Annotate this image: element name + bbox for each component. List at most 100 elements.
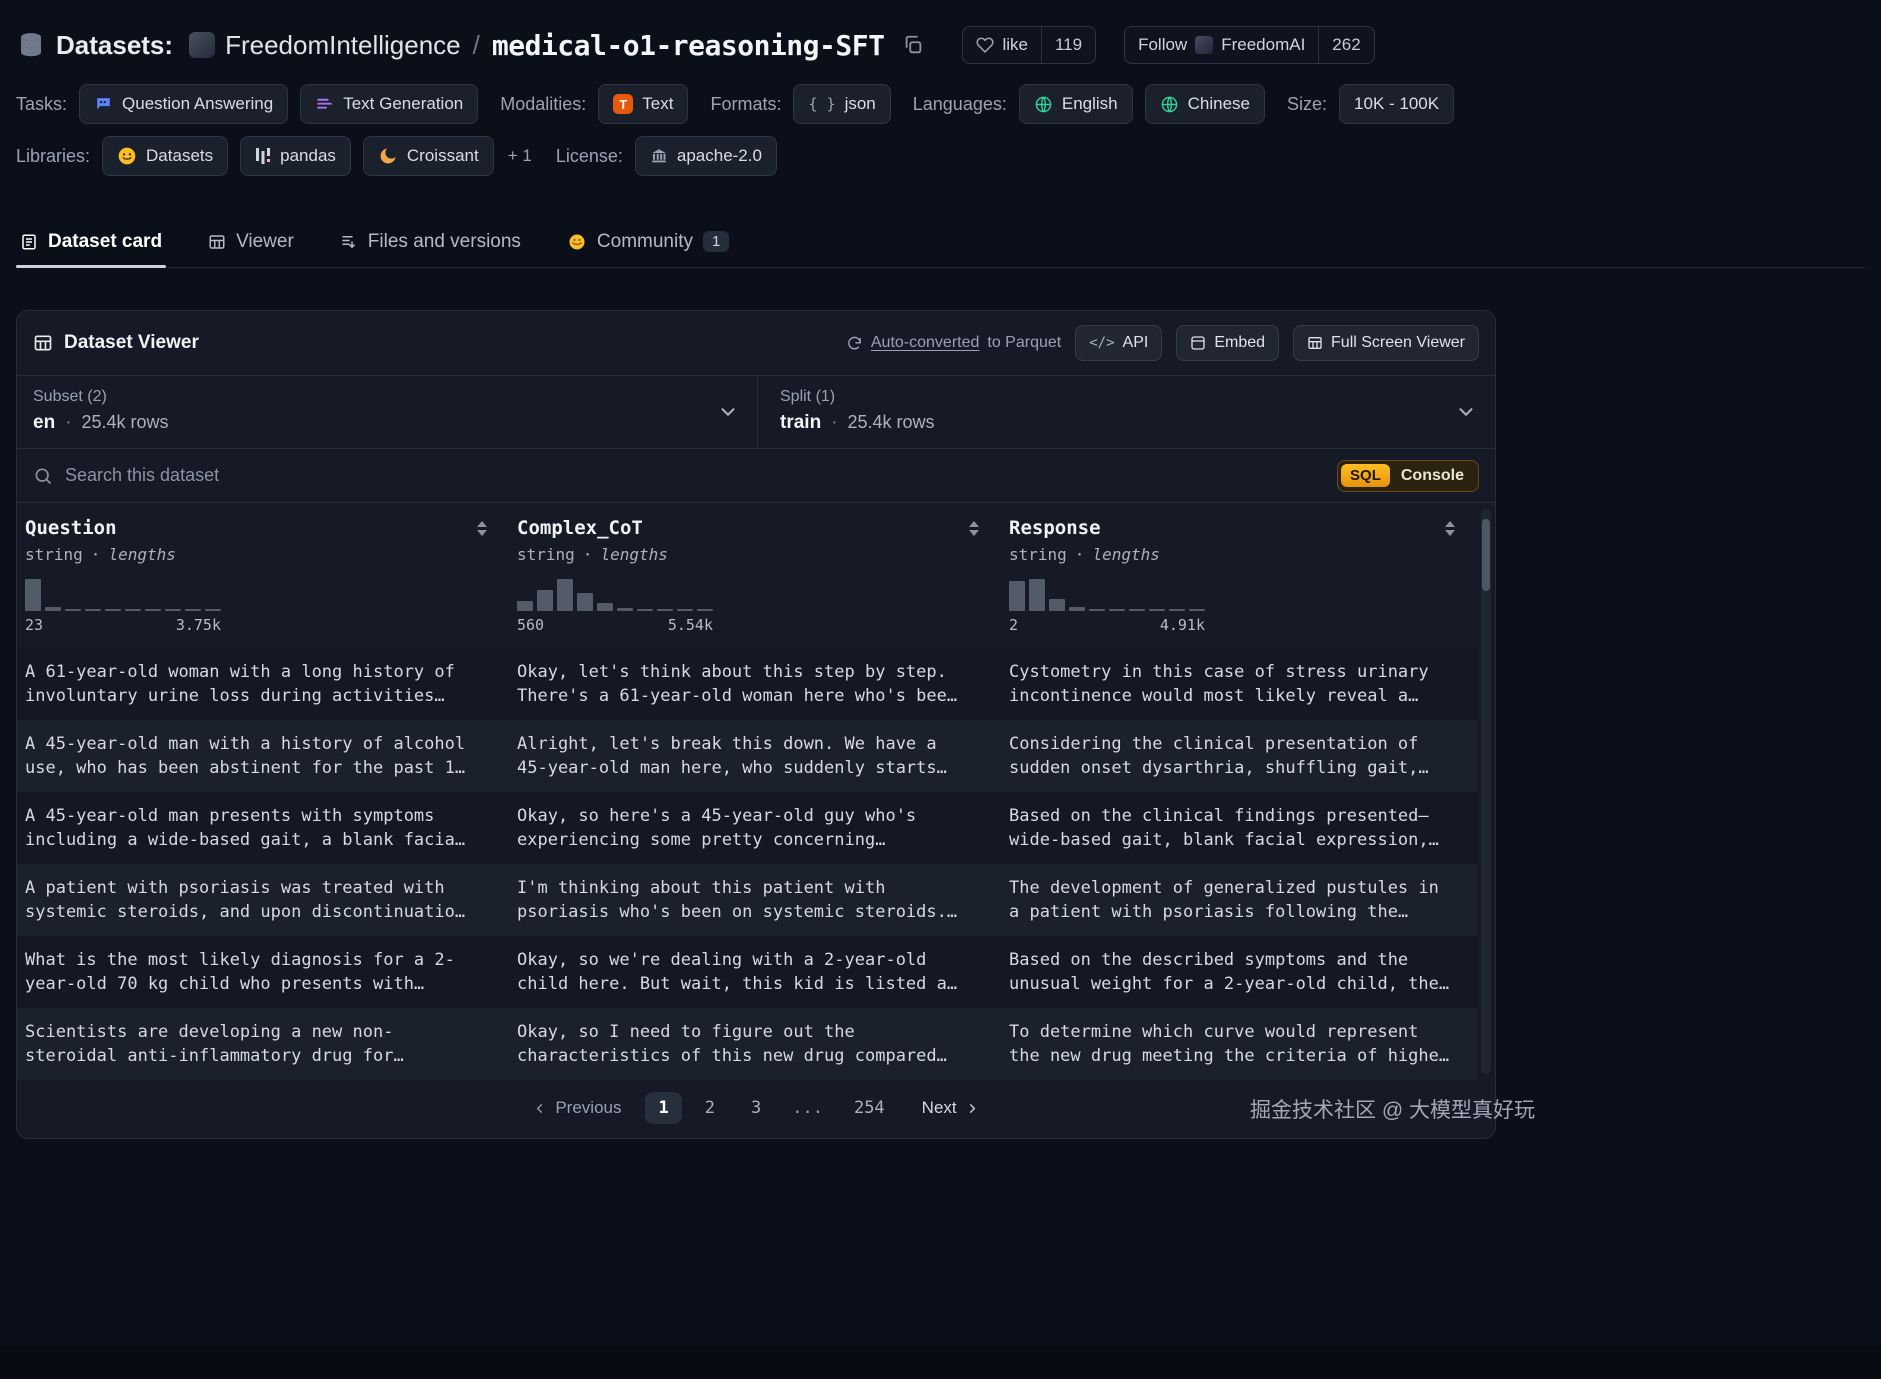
size-value: 10K - 100K: [1354, 94, 1440, 113]
sql-console-button[interactable]: SQL Console: [1337, 459, 1479, 492]
like-count[interactable]: 119: [1040, 27, 1095, 63]
library-pill-pandas[interactable]: pandas: [240, 136, 351, 176]
license-pill[interactable]: apache-2.0: [634, 136, 777, 176]
cell-complex-cot[interactable]: Okay, so we're dealing with a 2-year-old…: [509, 936, 1001, 1008]
library-label: Croissant: [406, 146, 479, 165]
sort-icon[interactable]: [1443, 519, 1457, 538]
copy-icon[interactable]: [902, 34, 924, 56]
sort-icon[interactable]: [967, 519, 981, 538]
page-button-3[interactable]: 3: [738, 1092, 774, 1124]
search-row: SQL Console: [17, 448, 1495, 502]
language-label: Chinese: [1187, 94, 1250, 113]
split-selector[interactable]: Split (1) train · 25.4k rows: [757, 376, 1495, 448]
dot-separator: ·: [1074, 545, 1085, 564]
auto-converted-link[interactable]: Auto-converted to Parquet: [846, 334, 1061, 352]
subset-split-row: Subset (2) en · 25.4k rows Split (1) tra…: [17, 375, 1495, 448]
tab-files-and-versions[interactable]: Files and versions: [336, 216, 525, 267]
cell-question[interactable]: A 45-year-old man with a history of alco…: [17, 720, 509, 792]
task-pill-text-generation[interactable]: Text Generation: [300, 84, 479, 124]
library-pill-croissant[interactable]: Croissant: [362, 136, 494, 176]
column-name: Response: [1009, 517, 1101, 539]
cell-question[interactable]: Scientists are developing a new non-ster…: [17, 1008, 509, 1080]
previous-label: Previous: [555, 1098, 622, 1117]
auto-converted-text: Auto-converted: [870, 334, 980, 351]
table-row: A 45-year-old man with a history of alco…: [17, 720, 1477, 792]
community-icon: [569, 234, 585, 249]
embed-button[interactable]: Embed: [1176, 325, 1280, 361]
tab-dataset-card[interactable]: Dataset card: [16, 216, 167, 268]
license-label: License:: [555, 145, 623, 166]
cell-complex-cot[interactable]: Alright, let's break this down. We have …: [509, 720, 1001, 792]
table-row: Scientists are developing a new non-ster…: [17, 1008, 1477, 1080]
modality-pill-text[interactable]: T Text: [598, 84, 689, 124]
follow-button[interactable]: Follow FreedomAI: [1125, 27, 1318, 63]
viewer-header: Dataset Viewer Auto-converted to Parquet…: [17, 311, 1495, 375]
scrollbar-thumb[interactable]: [1482, 519, 1490, 591]
cell-question[interactable]: A patient with psoriasis was treated wit…: [17, 864, 509, 936]
column-subtype: lengths: [1092, 545, 1160, 564]
text-modality-icon: T: [613, 94, 634, 114]
column-type: string: [25, 545, 83, 564]
search-input[interactable]: [65, 465, 1326, 486]
library-pill-datasets[interactable]: Datasets: [102, 136, 229, 176]
column-subtype: lengths: [600, 545, 668, 564]
format-pill-json[interactable]: { } json: [793, 84, 891, 124]
tab-viewer[interactable]: Viewer: [204, 216, 298, 267]
cell-complex-cot[interactable]: Okay, so I need to figure out the charac…: [509, 1008, 1001, 1080]
next-button[interactable]: Next: [922, 1098, 980, 1118]
cell-response[interactable]: Cystometry in this case of stress urinar…: [1001, 648, 1477, 720]
cell-question[interactable]: What is the most likely diagnosis for a …: [17, 936, 509, 1008]
languages-label: Languages:: [912, 93, 1007, 114]
column-name: Complex_CoT: [517, 517, 643, 539]
globe-icon: [1035, 96, 1052, 112]
tasks-label: Tasks:: [16, 93, 68, 114]
files-versions-icon: [342, 235, 355, 248]
page-button-1[interactable]: 1: [645, 1092, 682, 1124]
chevron-right-icon: [969, 1103, 975, 1113]
cell-complex-cot[interactable]: Okay, let's think about this step by ste…: [509, 648, 1001, 720]
sort-icon[interactable]: [475, 519, 489, 538]
pandas-icon: [256, 148, 271, 164]
cell-response[interactable]: The development of generalized pustules …: [1001, 864, 1477, 936]
table-header: Question string · lengths 23 3.75k Compl…: [17, 503, 1477, 648]
follow-org-name: FreedomAI: [1221, 35, 1306, 54]
task-pill-question-answering[interactable]: Question Answering: [79, 84, 289, 124]
cell-response[interactable]: Based on the clinical findings presented…: [1001, 792, 1477, 864]
cell-question[interactable]: A 45-year-old man presents with symptoms…: [17, 792, 509, 864]
tab-community[interactable]: Community 1: [563, 216, 733, 267]
cell-complex-cot[interactable]: I'm thinking about this patient with pso…: [509, 864, 1001, 936]
text-generation-icon: [317, 98, 333, 109]
page-button-254[interactable]: 254: [841, 1092, 898, 1124]
dataset-name[interactable]: medical-o1-reasoning-SFT: [492, 29, 885, 62]
org-link[interactable]: FreedomIntelligence: [225, 30, 461, 61]
libraries-more[interactable]: + 1: [506, 146, 534, 166]
cell-complex-cot[interactable]: Okay, so here's a 45-year-old guy who's …: [509, 792, 1001, 864]
hist-min: 2: [1009, 616, 1019, 634]
tab-label: Community: [596, 230, 693, 252]
cell-response[interactable]: To determine which curve would represent…: [1001, 1008, 1477, 1080]
vertical-scrollbar[interactable]: [1481, 509, 1491, 1074]
table-row: A 61-year-old woman with a long history …: [17, 648, 1477, 720]
cell-response[interactable]: Considering the clinical presentation of…: [1001, 720, 1477, 792]
page-button-2[interactable]: 2: [692, 1092, 728, 1124]
api-code-icon: </>: [1089, 335, 1115, 351]
table-row: What is the most likely diagnosis for a …: [17, 936, 1477, 1008]
follow-count[interactable]: 262: [1318, 27, 1373, 63]
previous-button[interactable]: Previous: [532, 1098, 621, 1118]
org-avatar[interactable]: [189, 32, 216, 58]
license-value: apache-2.0: [676, 146, 762, 165]
cell-response[interactable]: Based on the described symptoms and the …: [1001, 936, 1477, 1008]
like-button[interactable]: like: [963, 27, 1041, 63]
language-pill-english[interactable]: English: [1018, 84, 1133, 124]
fullscreen-label: Full Screen Viewer: [1331, 334, 1465, 351]
tab-label: Dataset card: [48, 230, 163, 252]
cell-question[interactable]: A 61-year-old woman with a long history …: [17, 648, 509, 720]
fullscreen-viewer-button[interactable]: Full Screen Viewer: [1293, 325, 1479, 361]
format-label: json: [844, 94, 876, 113]
api-button[interactable]: </> API: [1075, 325, 1163, 361]
language-pill-chinese[interactable]: Chinese: [1144, 84, 1265, 124]
like-widget: like 119: [962, 26, 1097, 64]
globe-icon: [1161, 96, 1177, 112]
subset-selector[interactable]: Subset (2) en · 25.4k rows: [17, 376, 757, 448]
size-pill[interactable]: 10K - 100K: [1339, 84, 1455, 124]
